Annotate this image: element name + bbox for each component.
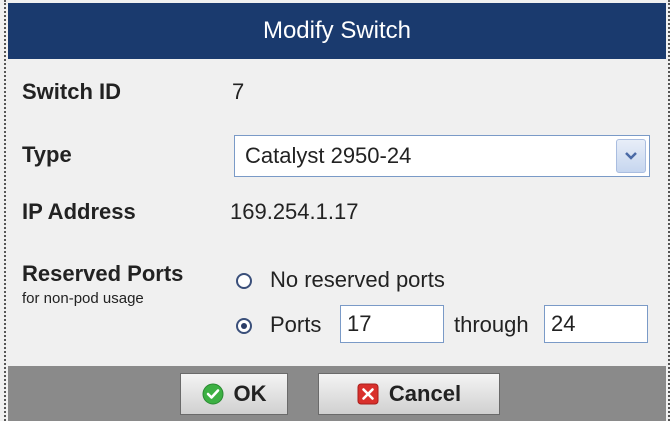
reserved-ports-sublabel: for non-pod usage [22, 290, 144, 307]
ok-button[interactable]: OK [180, 373, 288, 415]
form-area: Switch ID 7 Type IP Address 169.254.1.17… [8, 59, 666, 366]
cancel-button-label: Cancel [388, 381, 462, 406]
ip-address-label: IP Address [22, 199, 136, 224]
left-border [4, 0, 6, 421]
dialog-footer: OK Cancel [8, 366, 666, 421]
radio-selected-dot [241, 323, 247, 329]
dialog-title: Modify Switch [8, 3, 666, 59]
ports-radio[interactable] [236, 318, 252, 334]
no-reserved-radio[interactable] [236, 273, 252, 289]
type-label: Type [22, 142, 72, 167]
type-select-value: Catalyst 2950-24 [245, 143, 412, 168]
checkmark-icon [202, 383, 224, 405]
close-icon [357, 383, 379, 405]
cancel-button[interactable]: Cancel [318, 373, 500, 415]
ports-from-input[interactable]: 17 [340, 305, 444, 343]
switch-id-label: Switch ID [22, 79, 122, 104]
ok-button-label: OK [233, 381, 267, 406]
type-select[interactable]: Catalyst 2950-24 [234, 135, 650, 177]
switch-id-value: 7 [232, 79, 245, 104]
chevron-down-icon[interactable] [616, 139, 646, 173]
ip-address-value: 169.254.1.17 [230, 199, 359, 224]
reserved-ports-label: Reserved Ports [22, 261, 184, 286]
ports-to-input[interactable]: 24 [544, 305, 648, 343]
modify-switch-dialog: Modify Switch Switch ID 7 Type IP Addres… [0, 0, 670, 421]
no-reserved-label: No reserved ports [270, 267, 445, 292]
through-label: through [454, 312, 529, 337]
ports-label: Ports [270, 312, 322, 337]
